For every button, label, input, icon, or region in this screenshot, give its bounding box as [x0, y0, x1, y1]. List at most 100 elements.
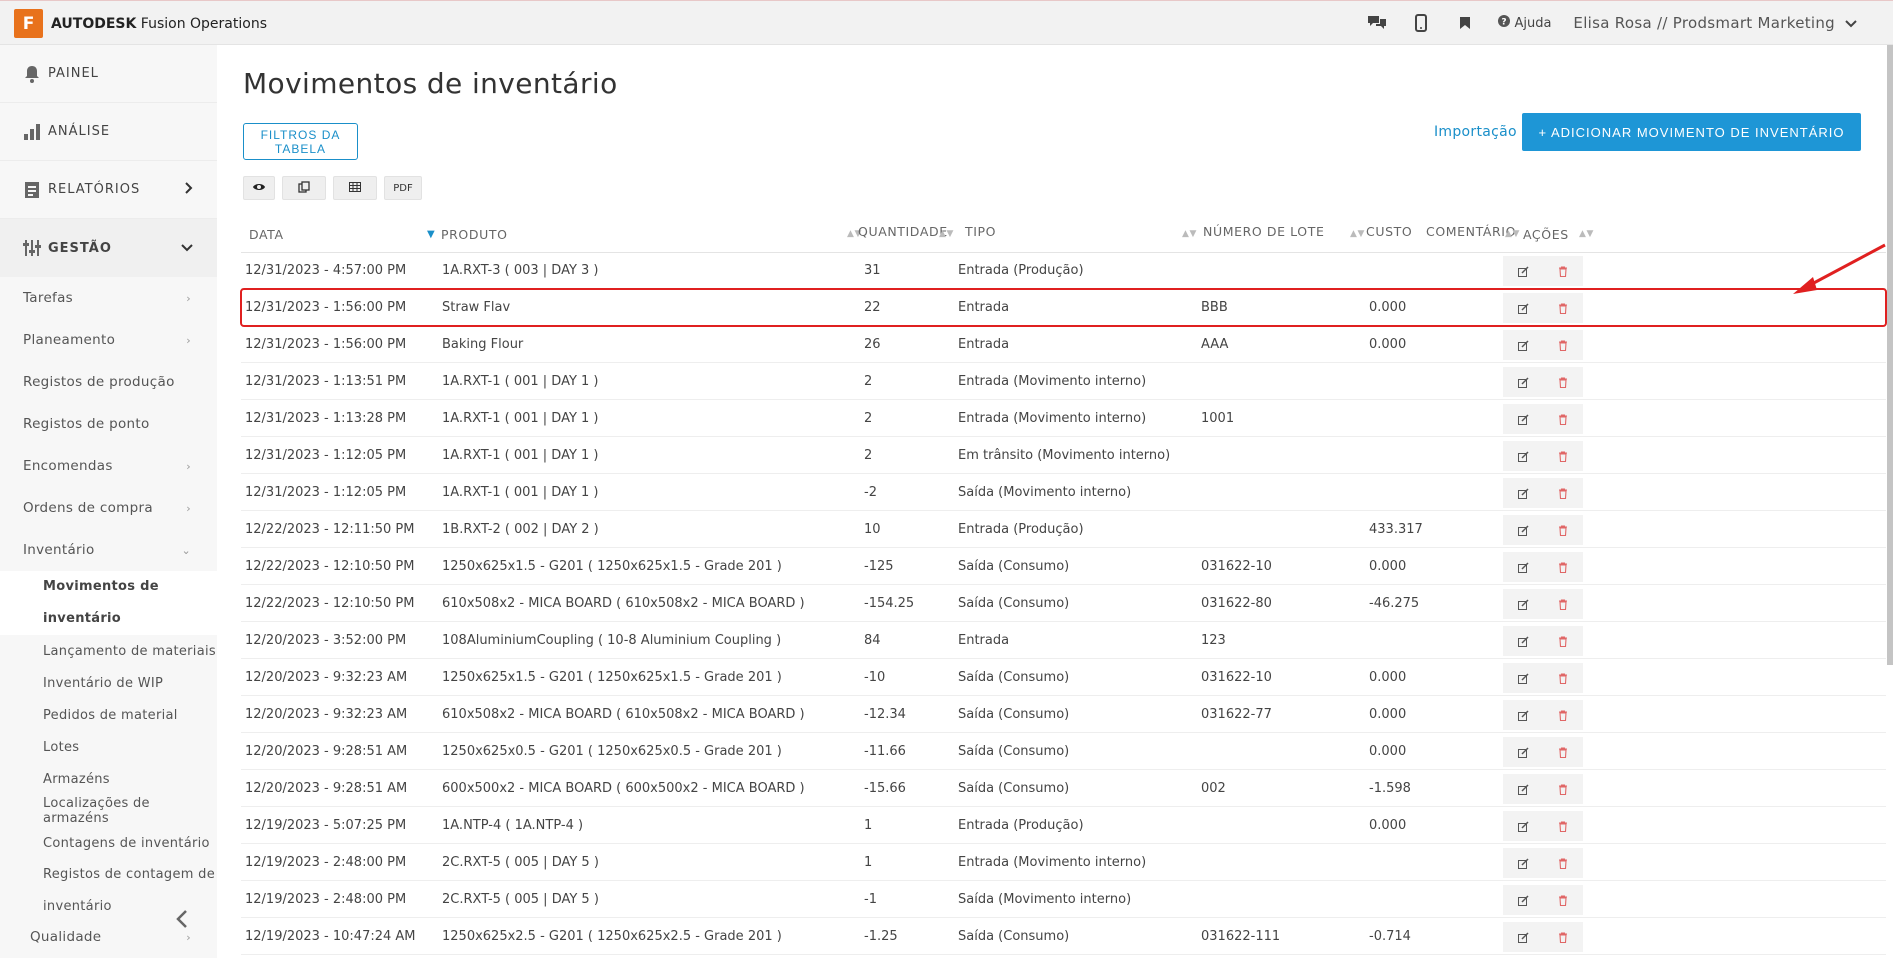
trash-icon[interactable]	[1556, 745, 1570, 759]
edit-icon[interactable]	[1516, 671, 1530, 685]
sidebar-item-gestao[interactable]: GESTÃO	[0, 219, 217, 277]
sidebar-item-contagens-inventario[interactable]: Contagens de inventário	[0, 827, 217, 859]
table-row[interactable]: 12/20/2023 - 9:32:23 AM 610x508x2 - MICA …	[241, 696, 1886, 733]
table-row[interactable]: 12/22/2023 - 12:10:50 PM 610x508x2 - MICA…	[241, 585, 1886, 622]
edit-icon[interactable]	[1516, 708, 1530, 722]
sidebar-item-registos-producao[interactable]: Registos de produção	[0, 361, 217, 403]
table-row[interactable]: 12/19/2023 - 5:07:25 PM 1A.NTP-4 ( 1A.NTP…	[241, 807, 1886, 844]
column-header-lot[interactable]: NÚMERO DE LOTE	[1203, 212, 1324, 250]
edit-icon[interactable]	[1516, 375, 1530, 389]
edit-icon[interactable]	[1516, 264, 1530, 278]
collapse-sidebar-icon[interactable]	[176, 909, 188, 933]
trash-icon[interactable]	[1556, 893, 1570, 907]
chat-icon[interactable]	[1366, 12, 1388, 34]
column-header-cost[interactable]: CUSTO	[1366, 212, 1412, 250]
copy-button[interactable]	[282, 176, 326, 200]
sidebar-item-ordens-compra[interactable]: Ordens de compra ›	[0, 487, 217, 529]
sidebar-item-inventario[interactable]: Inventário ⌄	[0, 529, 217, 571]
edit-icon[interactable]	[1516, 523, 1530, 537]
table-row[interactable]: 12/31/2023 - 1:13:28 PM 1A.RXT-1 ( 001 | …	[241, 400, 1886, 437]
column-header-type[interactable]: TIPO	[965, 212, 996, 250]
edit-icon[interactable]	[1516, 819, 1530, 833]
trash-icon[interactable]	[1556, 486, 1570, 500]
trash-icon[interactable]	[1556, 301, 1570, 315]
table-row[interactable]: 12/19/2023 - 10:47:24 AM 1250x625x2.5 - G…	[241, 918, 1886, 955]
excel-export-button[interactable]	[333, 176, 377, 200]
table-row[interactable]: 12/20/2023 - 9:28:51 AM 600x500x2 - MICA …	[241, 770, 1886, 807]
edit-icon[interactable]	[1516, 338, 1530, 352]
sort-icon[interactable]: ▲▼	[1579, 229, 1594, 239]
table-row[interactable]: 12/31/2023 - 1:13:51 PM 1A.RXT-1 ( 001 | …	[241, 363, 1886, 400]
sort-icon[interactable]: ▲▼	[939, 229, 954, 239]
brand[interactable]: F AUTODESK Fusion Operations	[14, 9, 267, 38]
sidebar-item-registos-ponto[interactable]: Registos de ponto	[0, 403, 217, 445]
table-row[interactable]: 12/31/2023 - 1:12:05 PM 1A.RXT-1 ( 001 | …	[241, 437, 1886, 474]
sidebar-item-tarefas[interactable]: Tarefas ›	[0, 277, 217, 319]
edit-icon[interactable]	[1516, 301, 1530, 315]
edit-icon[interactable]	[1516, 486, 1530, 500]
user-menu[interactable]: Elisa Rosa // Prodsmart Marketing	[1573, 14, 1857, 32]
trash-icon[interactable]	[1556, 449, 1570, 463]
edit-icon[interactable]	[1516, 745, 1530, 759]
sort-icon[interactable]: ▲▼	[1505, 229, 1520, 239]
table-row[interactable]: 12/31/2023 - 1:12:05 PM 1A.RXT-1 ( 001 | …	[241, 474, 1886, 511]
edit-icon[interactable]	[1516, 856, 1530, 870]
add-inventory-movement-button[interactable]: + ADICIONAR MOVIMENTO DE INVENTÁRIO	[1522, 113, 1861, 151]
trash-icon[interactable]	[1556, 782, 1570, 796]
sort-icon[interactable]: ▲▼	[1182, 229, 1197, 239]
table-row[interactable]: 12/19/2023 - 2:48:00 PM 2C.RXT-5 ( 005 | …	[241, 881, 1886, 918]
trash-icon[interactable]	[1556, 264, 1570, 278]
trash-icon[interactable]	[1556, 523, 1570, 537]
pdf-export-button[interactable]: PDF	[384, 176, 422, 200]
table-row[interactable]: 12/20/2023 - 9:28:51 AM 1250x625x0.5 - G2…	[241, 733, 1886, 770]
toggle-columns-button[interactable]	[243, 176, 275, 200]
table-row[interactable]: 12/20/2023 - 9:32:23 AM 1250x625x1.5 - G2…	[241, 659, 1886, 696]
trash-icon[interactable]	[1556, 597, 1570, 611]
trash-icon[interactable]	[1556, 930, 1570, 944]
sidebar-item-relatorios[interactable]: RELATÓRIOS	[0, 161, 217, 219]
edit-icon[interactable]	[1516, 560, 1530, 574]
table-row[interactable]: 12/31/2023 - 4:57:00 PM 1A.RXT-3 ( 003 | …	[241, 252, 1886, 289]
table-row[interactable]: 12/22/2023 - 12:11:50 PM 1B.RXT-2 ( 002 |…	[241, 511, 1886, 548]
sidebar-item-inventario-wip[interactable]: Inventário de WIP	[0, 667, 217, 699]
column-header-comment[interactable]: COMENTÁRIO	[1426, 212, 1516, 250]
edit-icon[interactable]	[1516, 597, 1530, 611]
sort-desc-icon[interactable]: ▼	[427, 229, 435, 240]
table-row[interactable]: 12/31/2023 - 1:56:00 PM Baking Flour 26 Ent…	[241, 326, 1886, 363]
edit-icon[interactable]	[1516, 782, 1530, 796]
sidebar-item-analise[interactable]: ANÁLISE	[0, 103, 217, 161]
column-header-quantity[interactable]: QUANTIDADE	[858, 212, 948, 250]
sidebar-item-localizacoes-armazens[interactable]: Localizações de armazéns	[0, 795, 217, 827]
sidebar-item-movimentos-inventario[interactable]: Movimentos de inventário	[0, 571, 217, 635]
trash-icon[interactable]	[1556, 856, 1570, 870]
sidebar-item-pedidos-material[interactable]: Pedidos de material	[0, 699, 217, 731]
sidebar-item-planeamento[interactable]: Planeamento ›	[0, 319, 217, 361]
edit-icon[interactable]	[1516, 893, 1530, 907]
edit-icon[interactable]	[1516, 412, 1530, 426]
edit-icon[interactable]	[1516, 449, 1530, 463]
trash-icon[interactable]	[1556, 560, 1570, 574]
sort-icon[interactable]: ▲▼	[1350, 229, 1365, 239]
column-header-date[interactable]: DATA	[249, 215, 284, 253]
sidebar-item-lancamento-materiais[interactable]: Lançamento de materiais	[0, 635, 217, 667]
table-filters-button[interactable]: FILTROS DA TABELA	[243, 123, 358, 160]
help-link[interactable]: ? Ajuda	[1498, 12, 1551, 34]
import-link[interactable]: Importação	[1434, 124, 1517, 140]
trash-icon[interactable]	[1556, 671, 1570, 685]
scrollbar[interactable]	[1887, 45, 1893, 665]
edit-icon[interactable]	[1516, 634, 1530, 648]
sidebar-item-painel[interactable]: PAINEL	[0, 45, 217, 103]
table-row[interactable]: 12/20/2023 - 3:52:00 PM 108AluminiumCoupl…	[241, 622, 1886, 659]
sidebar-item-armazens[interactable]: Armazéns	[0, 763, 217, 795]
trash-icon[interactable]	[1556, 412, 1570, 426]
sidebar-item-encomendas[interactable]: Encomendas ›	[0, 445, 217, 487]
table-row[interactable]: 12/19/2023 - 2:48:00 PM 2C.RXT-5 ( 005 | …	[241, 844, 1886, 881]
sidebar-item-lotes[interactable]: Lotes	[0, 731, 217, 763]
trash-icon[interactable]	[1556, 375, 1570, 389]
table-row[interactable]: 12/31/2023 - 1:56:00 PM Straw Flav 22 Entra…	[240, 288, 1887, 327]
mobile-icon[interactable]	[1410, 12, 1432, 34]
edit-icon[interactable]	[1516, 930, 1530, 944]
trash-icon[interactable]	[1556, 819, 1570, 833]
trash-icon[interactable]	[1556, 338, 1570, 352]
trash-icon[interactable]	[1556, 708, 1570, 722]
